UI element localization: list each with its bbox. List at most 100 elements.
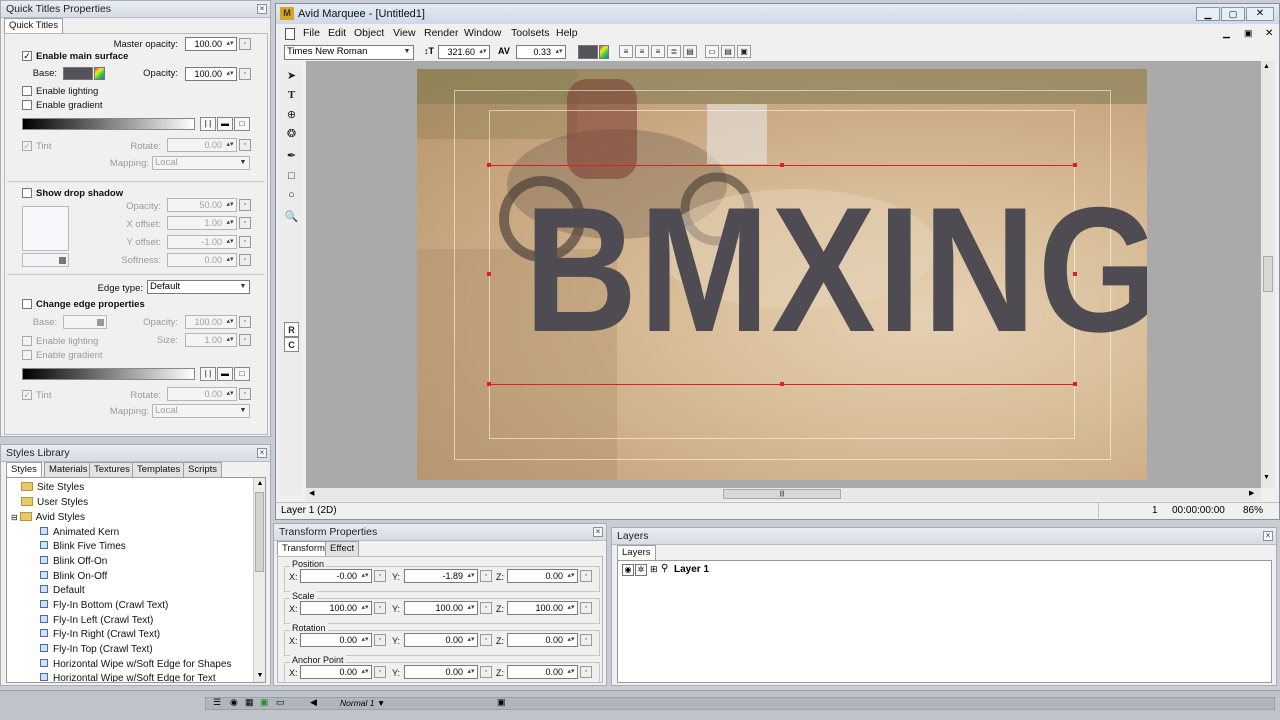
edge-gradient-linear-button[interactable]: | |	[200, 367, 216, 381]
master-opacity-slider-button[interactable]: ▫	[239, 38, 251, 50]
render-r-button[interactable]: R	[284, 322, 299, 337]
edge-type-select[interactable]: Default ▼	[147, 280, 250, 294]
close-icon[interactable]: ×	[1263, 531, 1273, 541]
base-color-swatch[interactable]	[63, 67, 93, 80]
style-item[interactable]: Blink On-Off	[40, 571, 107, 582]
doc-close-icon[interactable]: ✕	[1265, 28, 1273, 39]
edge-gradient-box-button[interactable]: □	[234, 367, 250, 381]
rotation-x-field[interactable]: 0.00 ▴▾	[300, 633, 372, 647]
style-item[interactable]: Fly-In Right (Crawl Text)	[40, 629, 160, 640]
edge-rotate-slider-button[interactable]: ▫	[239, 388, 251, 400]
text-tool-icon[interactable]: T	[284, 88, 299, 103]
shadow-color-swatch[interactable]	[22, 253, 69, 267]
timeline-menu-icon[interactable]: ☰	[213, 697, 221, 708]
menu-help[interactable]: Help	[556, 27, 578, 39]
align-full-button[interactable]: ▤	[683, 45, 697, 58]
doc-minimize-icon[interactable]: ▁	[1223, 28, 1230, 39]
selection-handle[interactable]	[487, 382, 491, 386]
tree-folder-avid-styles[interactable]: ⊟ Avid Styles	[11, 512, 85, 523]
timeline-key-icon[interactable]: ▦	[245, 697, 254, 708]
expand-icon[interactable]: ⊞	[650, 564, 658, 575]
pen-tool-icon[interactable]: ✒	[284, 149, 299, 164]
x-offset-slider-button[interactable]: ▫	[239, 217, 251, 229]
close-icon[interactable]: ×	[257, 4, 267, 14]
align-left-button[interactable]: ≡	[619, 45, 633, 58]
tab-transform[interactable]: Transform	[277, 541, 330, 556]
scroll-thumb[interactable]	[1263, 256, 1273, 292]
style-item[interactable]: Fly-In Bottom (Crawl Text)	[40, 600, 168, 611]
anchor-y-slider-button[interactable]: ▫	[480, 666, 492, 678]
rotation-z-slider-button[interactable]: ▫	[580, 634, 592, 646]
rectangle-tool-icon[interactable]: □	[284, 169, 299, 184]
anchor-x-slider-button[interactable]: ▫	[374, 666, 386, 678]
font-size-field[interactable]: 321.60 ▴▾	[438, 45, 490, 59]
layer-row[interactable]: ◉ ✲ ⊞ ⚲ Layer 1	[620, 563, 820, 578]
rotate-field[interactable]: 0.00 ▴▾	[167, 138, 237, 152]
close-icon[interactable]: ×	[257, 448, 267, 458]
scroll-thumb[interactable]: |||	[723, 489, 841, 499]
scale-x-field[interactable]: 100.00 ▴▾	[300, 601, 372, 615]
tab-effect[interactable]: Effect	[325, 541, 360, 556]
selection-handle[interactable]	[487, 272, 491, 276]
align-right-button[interactable]: ≡	[651, 45, 665, 58]
scale-z-field[interactable]: 100.00 ▴▾	[507, 601, 578, 615]
timeline-marker-icon[interactable]: ▣	[497, 697, 506, 708]
rotate-slider-button[interactable]: ▫	[239, 139, 251, 151]
scale-z-slider-button[interactable]: ▫	[580, 602, 592, 614]
menu-object[interactable]: Object	[354, 27, 384, 39]
scale-y-field[interactable]: 100.00 ▴▾	[404, 601, 478, 615]
master-opacity-field[interactable]: 100.00 ▴▾	[185, 37, 237, 51]
edge-rotate-field[interactable]: 0.00 ▴▾	[167, 387, 237, 401]
anchor-z-field[interactable]: 0.00 ▴▾	[507, 665, 578, 679]
scroll-left-icon[interactable]: ◀	[309, 489, 314, 497]
selection-handle[interactable]	[780, 382, 784, 386]
menu-render[interactable]: Render	[424, 27, 458, 39]
menu-edit[interactable]: Edit	[328, 27, 346, 39]
edge-gradient-horizontal-button[interactable]: ▬	[217, 367, 233, 381]
align-justify-button[interactable]: ≣	[667, 45, 681, 58]
style-item[interactable]: Default	[40, 585, 85, 596]
scale-x-slider-button[interactable]: ▫	[374, 602, 386, 614]
tab-styles[interactable]: Styles	[6, 462, 42, 477]
rotation-x-slider-button[interactable]: ▫	[374, 634, 386, 646]
selection-handle[interactable]	[1073, 272, 1077, 276]
blend-mode-select[interactable]: Normal 1 ▼	[340, 697, 400, 709]
style-item[interactable]: Horizontal Wipe w/Soft Edge for Text	[40, 673, 216, 682]
text-box-button[interactable]: ▭	[705, 45, 719, 58]
selection-handle[interactable]	[780, 163, 784, 167]
rotation-y-slider-button[interactable]: ▫	[480, 634, 492, 646]
lock-icon[interactable]: ✲	[635, 564, 647, 576]
size-slider-button[interactable]: ▫	[239, 334, 251, 346]
scroll-up-icon[interactable]: ▲	[1263, 63, 1270, 70]
color-picker-icon[interactable]	[94, 67, 105, 80]
scale-y-slider-button[interactable]: ▫	[480, 602, 492, 614]
position-z-slider-button[interactable]: ▫	[580, 570, 592, 582]
softness-field[interactable]: 0.00 ▴▾	[167, 253, 237, 267]
scroll-down-icon[interactable]: ▼	[1263, 474, 1270, 481]
tree-scrollbar[interactable]: ▲ ▼	[253, 478, 265, 682]
edge-opacity-slider-button[interactable]: ▫	[239, 316, 251, 328]
style-item[interactable]: Blink Five Times	[40, 541, 126, 552]
tint-checkbox[interactable]: ✓	[22, 141, 32, 151]
tab-textures[interactable]: Textures	[89, 462, 135, 477]
tree-folder-site-styles[interactable]: Site Styles	[21, 482, 84, 493]
timeline-record-icon[interactable]: ◉	[230, 697, 238, 708]
selection-handle[interactable]	[487, 163, 491, 167]
style-item[interactable]: Horizontal Wipe w/Soft Edge for Shapes	[40, 659, 231, 670]
edge-enable-gradient-checkbox[interactable]	[22, 350, 32, 360]
edge-base-swatch[interactable]	[63, 315, 107, 329]
eye-icon[interactable]: ◉	[622, 564, 634, 576]
x-offset-field[interactable]: 1.00 ▴▾	[167, 216, 237, 230]
zoom-tool-icon[interactable]: 🔍	[284, 210, 299, 225]
render-c-button[interactable]: C	[284, 337, 299, 352]
shadow-opacity-field[interactable]: 50.00 ▴▾	[167, 198, 237, 212]
minimize-button[interactable]: ▁	[1196, 7, 1220, 21]
timeline-display-icon[interactable]: ▭	[276, 697, 285, 708]
gradient-linear-button[interactable]: | |	[200, 117, 216, 131]
gradient-bar[interactable]	[22, 118, 195, 130]
gradient-box-button[interactable]: □	[234, 117, 250, 131]
tree-folder-user-styles[interactable]: User Styles	[21, 497, 88, 508]
scroll-down-icon[interactable]: ▼	[254, 670, 265, 682]
opacity-slider-button[interactable]: ▫	[239, 68, 251, 80]
enable-main-surface-checkbox[interactable]: ✓	[22, 51, 32, 61]
